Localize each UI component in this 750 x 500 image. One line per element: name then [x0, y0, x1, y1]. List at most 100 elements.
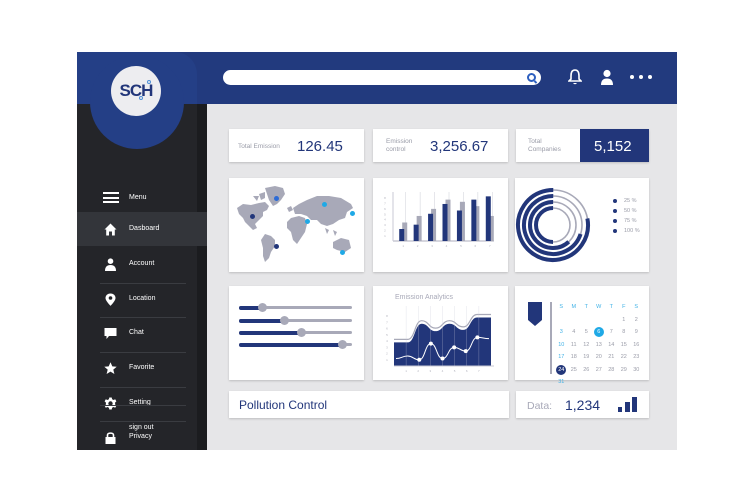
y-tick-label: 8	[384, 196, 386, 200]
y-tick-label: 6	[386, 327, 388, 331]
stat-card-emission-control: Emission control 3,256.67	[373, 129, 508, 162]
pollution-control-title: Pollution Control	[239, 398, 328, 412]
calendar-day[interactable]: 23	[630, 351, 643, 364]
calendar-day[interactable]: 13	[593, 339, 606, 352]
calendar-day[interactable]: 3	[555, 326, 568, 339]
data-value: 1,234	[565, 397, 601, 413]
map-marker[interactable]	[274, 196, 279, 201]
x-tick-label: 1	[402, 244, 404, 248]
menu-toggle[interactable]: Menu	[77, 184, 197, 212]
map-marker[interactable]	[305, 219, 310, 224]
calendar-divider	[550, 302, 552, 374]
range-slider[interactable]	[239, 340, 352, 349]
line-point	[475, 335, 480, 340]
x-tick-label: 3	[430, 369, 432, 373]
calendar-day[interactable]: 10	[555, 339, 568, 352]
calendar-day[interactable]: 14	[605, 339, 618, 352]
sidebar-item-setting[interactable]: Setting	[77, 386, 207, 420]
legend-dot	[613, 229, 617, 233]
calendar-day[interactable]: 7	[605, 326, 618, 339]
line-point	[428, 341, 433, 346]
bar-primary	[442, 203, 448, 241]
weekday-label: S	[634, 304, 639, 311]
bar-chart: 123456781 2 3 4 5 6 7	[384, 192, 494, 248]
sidebar-item-account[interactable]: Account	[77, 247, 207, 281]
range-slider[interactable]	[239, 303, 352, 312]
stat-value: 126.45	[297, 138, 343, 155]
legend-item: 100 %	[613, 226, 640, 236]
line-point	[417, 357, 422, 362]
search-input[interactable]	[231, 70, 521, 85]
calendar-day[interactable]: 9	[630, 326, 643, 339]
bell-icon[interactable]	[568, 69, 582, 86]
ring-legend: 25 % 50 % 75 % 100 %	[613, 196, 640, 236]
y-tick-label: 7	[384, 201, 386, 205]
x-tick-label: 4	[446, 244, 448, 248]
calendar-day[interactable]: 8	[618, 326, 631, 339]
calendar-day[interactable]: 31	[555, 376, 568, 389]
map-marker[interactable]	[350, 211, 355, 216]
slider-thumb[interactable]	[257, 303, 267, 312]
y-tick-label: 3	[384, 223, 386, 227]
calendar-day[interactable]: 12	[580, 339, 593, 352]
map-marker[interactable]	[250, 214, 255, 219]
map-marker[interactable]	[322, 202, 327, 207]
hamburger-icon[interactable]	[103, 192, 119, 203]
world-map[interactable]	[229, 178, 364, 272]
line-point	[440, 356, 445, 361]
sidebar-item-favorite[interactable]: Favorite	[77, 351, 207, 385]
calendar-day[interactable]: 24	[556, 364, 567, 375]
x-tick-label: 2	[417, 244, 419, 248]
calendar-day[interactable]: 25	[568, 364, 581, 377]
slider-thumb[interactable]	[297, 328, 307, 337]
user-icon[interactable]	[600, 69, 614, 86]
calendar-day[interactable]: 19	[580, 351, 593, 364]
gear-icon	[104, 397, 117, 410]
range-slider[interactable]	[239, 328, 352, 337]
calendar-day[interactable]: 20	[593, 351, 606, 364]
sidebar-item-dashboard[interactable]: Dasboard	[77, 212, 207, 246]
calendar-day[interactable]: 4	[568, 326, 581, 339]
calendar-day[interactable]: 22	[618, 351, 631, 364]
calendar-grid: S M T W T F S 1 2 3 4 5 6 7 8 9 10 11 12 13 14 15 16 17 18 19 20 21…	[555, 301, 643, 389]
range-slider[interactable]	[239, 316, 352, 325]
calendar-day[interactable]: 21	[605, 351, 618, 364]
sidebar-item-chat[interactable]: Chat	[77, 316, 207, 350]
calendar-day[interactable]: 27	[593, 364, 606, 377]
calendar-day[interactable]: 29	[618, 364, 631, 377]
legend-label: 25 %	[624, 198, 637, 204]
calendar-day[interactable]: 26	[580, 364, 593, 377]
more-options-icon[interactable]	[630, 75, 652, 80]
slider-thumb[interactable]	[280, 316, 290, 325]
calendar-day[interactable]: 17	[555, 351, 568, 364]
calendar-day[interactable]: 1	[618, 314, 631, 327]
calendar-day[interactable]: 15	[618, 339, 631, 352]
calendar-day[interactable]: 16	[630, 339, 643, 352]
map-marker[interactable]	[340, 250, 345, 255]
bar-primary	[399, 229, 405, 241]
sidebar-item-label: Location	[129, 295, 156, 302]
sidebar-item-location[interactable]: Location	[77, 282, 207, 316]
calendar-day[interactable]: 5	[580, 326, 593, 339]
sidebar-item-label: Account	[129, 260, 155, 267]
search-bar[interactable]	[223, 70, 541, 85]
search-icon[interactable]	[527, 73, 536, 82]
bar-primary	[428, 213, 434, 241]
slider-thumb[interactable]	[337, 340, 347, 349]
logo[interactable]: SCH	[111, 66, 161, 116]
calendar-day[interactable]: 28	[605, 364, 618, 377]
sign-out-link[interactable]: sign out	[129, 424, 154, 431]
bar-primary	[413, 224, 419, 241]
calendar-day[interactable]: 6	[593, 327, 604, 338]
weekday-label: T	[609, 304, 613, 311]
calendar-day[interactable]: 11	[568, 339, 581, 352]
map-marker[interactable]	[274, 244, 279, 249]
x-tick-label: 2	[417, 369, 419, 373]
pollution-control-card[interactable]: Pollution Control	[229, 391, 509, 418]
sidebar-item-label: Chat	[129, 329, 144, 336]
lock-icon	[105, 432, 116, 444]
dashboard-window: SCH Menu Dasboard Account Location Chat	[77, 52, 677, 450]
calendar-day[interactable]: 2	[630, 314, 643, 327]
calendar-day[interactable]: 30	[630, 364, 643, 377]
calendar-day[interactable]: 18	[568, 351, 581, 364]
